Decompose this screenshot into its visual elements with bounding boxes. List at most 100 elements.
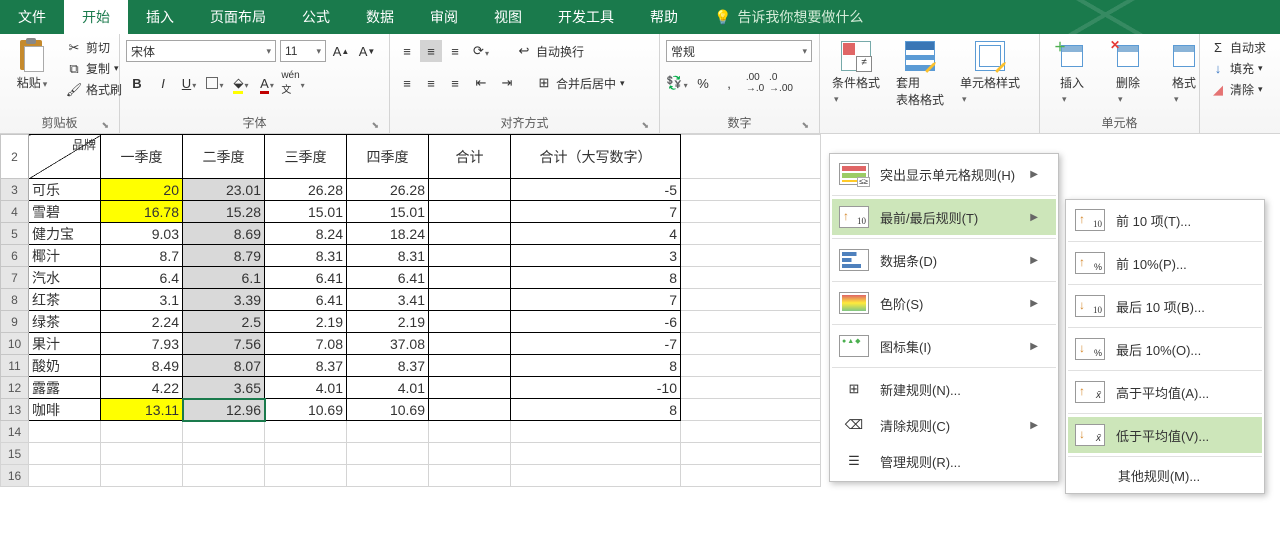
tab-data[interactable]: 数据	[348, 0, 412, 34]
cell-sum[interactable]	[429, 267, 511, 289]
bold-button[interactable]: B	[126, 72, 148, 94]
wrap-text-button[interactable]: ↩自动换行	[512, 42, 588, 61]
cell-q4[interactable]: 37.08	[347, 333, 429, 355]
cell-q3[interactable]: 4.01	[265, 377, 347, 399]
cell-q1[interactable]: 6.4	[101, 267, 183, 289]
header-q4[interactable]: 四季度	[347, 135, 429, 179]
decrease-font-button[interactable]: A▼	[356, 40, 378, 62]
row-header-16[interactable]: 16	[1, 465, 29, 487]
cell-empty[interactable]	[681, 223, 821, 245]
cell-q1[interactable]: 20	[101, 179, 183, 201]
cell-brand[interactable]: 露露	[29, 377, 101, 399]
cell-sum-cn[interactable]: 8	[511, 399, 681, 421]
cell-sum[interactable]	[429, 245, 511, 267]
cf-icon-sets[interactable]: 图标集(I)▶	[832, 328, 1056, 364]
cell-q4[interactable]: 10.69	[347, 399, 429, 421]
cf-color-scales[interactable]: 色阶(S)▶	[832, 285, 1056, 321]
cell-sum-cn[interactable]: 8	[511, 267, 681, 289]
cell-empty[interactable]	[681, 311, 821, 333]
bottom-10-percent[interactable]: 最后 10%(O)...	[1068, 331, 1262, 367]
cell-empty[interactable]	[681, 377, 821, 399]
tab-formulas[interactable]: 公式	[284, 0, 348, 34]
cell-q1[interactable]: 4.22	[101, 377, 183, 399]
row-header-11[interactable]: 11	[1, 355, 29, 377]
cell-q4[interactable]: 4.01	[347, 377, 429, 399]
cell-empty[interactable]	[681, 399, 821, 421]
decrease-decimal-button[interactable]: .0→.00	[770, 72, 792, 94]
cell-sum[interactable]	[429, 333, 511, 355]
cell-styles-button[interactable]: 单元格样式	[954, 38, 1026, 107]
cell-sum[interactable]	[429, 311, 511, 333]
cell-sum-cn[interactable]: 4	[511, 223, 681, 245]
row-header-14[interactable]: 14	[1, 421, 29, 443]
decrease-indent-button[interactable]: ⇤	[470, 72, 492, 94]
tab-view[interactable]: 视图	[476, 0, 540, 34]
comma-button[interactable]: ,	[718, 72, 740, 94]
conditional-format-button[interactable]: 条件格式	[826, 38, 886, 107]
header-sum[interactable]: 合计	[429, 135, 511, 179]
cell-sum[interactable]	[429, 223, 511, 245]
cell-empty[interactable]	[681, 245, 821, 267]
tab-insert[interactable]: 插入	[128, 0, 192, 34]
copy-button[interactable]: ⧉复制 ▾	[62, 59, 126, 78]
align-center-button[interactable]: ≡	[420, 72, 442, 94]
format-as-table-button[interactable]: 套用 表格格式	[890, 38, 950, 110]
cell-q1[interactable]: 16.78	[101, 201, 183, 223]
align-right-button[interactable]: ≡	[444, 72, 466, 94]
cell-empty[interactable]	[681, 135, 821, 179]
cell-empty[interactable]	[681, 201, 821, 223]
number-format-select[interactable]: 常规	[666, 40, 812, 62]
cell-q4[interactable]: 8.37	[347, 355, 429, 377]
header-q1[interactable]: 一季度	[101, 135, 183, 179]
row-header-15[interactable]: 15	[1, 443, 29, 465]
cell-q1[interactable]: 2.24	[101, 311, 183, 333]
cell-q2[interactable]: 15.28	[183, 201, 265, 223]
cell-brand[interactable]: 红茶	[29, 289, 101, 311]
align-left-button[interactable]: ≡	[396, 72, 418, 94]
accounting-format-button[interactable]: 💱	[666, 72, 688, 94]
insert-cells-button[interactable]: ＋插入	[1046, 38, 1098, 107]
row-header-9[interactable]: 9	[1, 311, 29, 333]
cell-q1[interactable]: 13.11	[101, 399, 183, 421]
cell-q2[interactable]: 8.69	[183, 223, 265, 245]
cell-q3[interactable]: 2.19	[265, 311, 347, 333]
cell-q3[interactable]: 10.69	[265, 399, 347, 421]
tab-review[interactable]: 审阅	[412, 0, 476, 34]
cell-brand[interactable]: 绿茶	[29, 311, 101, 333]
row-header-5[interactable]: 5	[1, 223, 29, 245]
cell-sum-cn[interactable]: 7	[511, 201, 681, 223]
cf-data-bars[interactable]: 数据条(D)▶	[832, 242, 1056, 278]
tab-help[interactable]: 帮助	[632, 0, 696, 34]
row-header-6[interactable]: 6	[1, 245, 29, 267]
cell-q4[interactable]: 18.24	[347, 223, 429, 245]
cell-q1[interactable]: 3.1	[101, 289, 183, 311]
cell-q2[interactable]: 12.96	[183, 399, 265, 421]
tab-dev[interactable]: 开发工具	[540, 0, 632, 34]
format-painter-button[interactable]: 🖌格式刷	[62, 80, 126, 99]
cut-button[interactable]: ✂剪切	[62, 38, 126, 57]
percent-button[interactable]: %	[692, 72, 714, 94]
cell-sum-cn[interactable]: -5	[511, 179, 681, 201]
tab-file[interactable]: 文件	[0, 0, 64, 34]
cell-q4[interactable]: 2.19	[347, 311, 429, 333]
row-header-13[interactable]: 13	[1, 399, 29, 421]
tab-layout[interactable]: 页面布局	[192, 0, 284, 34]
orientation-button[interactable]: ⟳	[470, 40, 492, 62]
font-size-select[interactable]: 11	[280, 40, 326, 62]
fill-button[interactable]: ↓填充 ▾	[1206, 59, 1270, 78]
tell-me-search[interactable]: 💡 告诉我你想要做什么	[696, 0, 881, 34]
cell-q2[interactable]: 3.65	[183, 377, 265, 399]
cf-highlight-rules[interactable]: 突出显示单元格规则(H)▶	[832, 156, 1056, 192]
cell-q1[interactable]: 8.7	[101, 245, 183, 267]
cell-q2[interactable]: 7.56	[183, 333, 265, 355]
phonetic-button[interactable]: wén文	[282, 72, 304, 94]
border-button[interactable]	[204, 72, 226, 94]
cell-q1[interactable]: 7.93	[101, 333, 183, 355]
header-q3[interactable]: 三季度	[265, 135, 347, 179]
cell-sum[interactable]	[429, 399, 511, 421]
cell-q3[interactable]: 7.08	[265, 333, 347, 355]
clipboard-dialog-launcher[interactable]: ⬊	[101, 120, 109, 131]
top-10-items[interactable]: 前 10 项(T)...	[1068, 202, 1262, 238]
cell-brand[interactable]: 椰汁	[29, 245, 101, 267]
merge-center-button[interactable]: ⊞合并后居中 ▾	[532, 74, 629, 93]
